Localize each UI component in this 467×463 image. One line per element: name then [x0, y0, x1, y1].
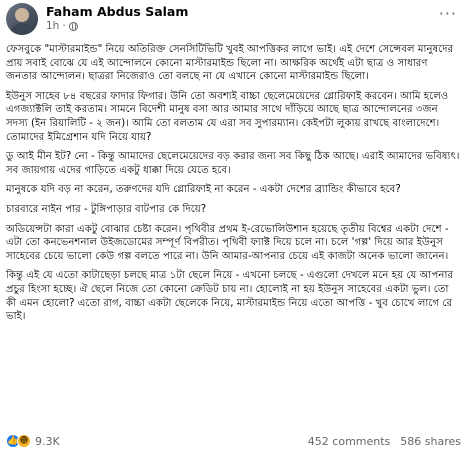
post-paragraph: মানুষকে যদি বড় না করেন, তরুণদের যদি গ্ল…	[6, 184, 401, 196]
reaction-count[interactable]: 9.3K	[35, 435, 60, 448]
reactions-summary[interactable]: 👍 ☻ 9.3K	[6, 434, 60, 448]
post-stats: 👍 ☻ 9.3K 452 comments 586 shares	[6, 434, 461, 448]
post-paragraph: কিন্তু এই যে এতো কাটাছেড়া চলছে মাত্র ১ট…	[6, 270, 457, 323]
post-paragraph: অডিয়েন্সটা কারা একটু বোঝার চেষ্টা করেন।…	[6, 223, 452, 262]
separator-dot: ·	[62, 20, 66, 32]
post-paragraph: ইউনুস সাহেব ৮৪ বছরের ফাদার ফিগার। উনি তো…	[6, 90, 452, 143]
more-options-button[interactable]: ···	[435, 5, 461, 23]
post-paragraph: চারবারে নাইন পার - টুঙ্গিপাড়ার বাটপার ক…	[6, 203, 207, 215]
haha-icon: ☻	[17, 434, 31, 448]
facebook-post: Faham Abdus Salam 1h · ··· ফেসবুকে "মাস্…	[0, 0, 467, 463]
reaction-icons: 👍 ☻	[6, 434, 31, 448]
post-paragraph: ডু আই মীন ইট? নো - কিন্তু আমাদের ছেলেমেয…	[6, 151, 463, 176]
shares-count[interactable]: 586 shares	[400, 435, 461, 448]
avatar[interactable]	[6, 3, 38, 35]
post-paragraph: ফেসবুকে "মাস্টারমাইন্ড" নিয়ে অতিরিক্ত স…	[6, 44, 457, 83]
author-name[interactable]: Faham Abdus Salam	[46, 4, 435, 20]
globe-icon	[68, 22, 78, 31]
post-time[interactable]: 1h	[46, 20, 59, 33]
engagement-counts: 452 comments 586 shares	[308, 435, 461, 448]
post-meta: Faham Abdus Salam 1h ·	[46, 3, 435, 33]
post-header: Faham Abdus Salam 1h · ···	[6, 0, 461, 43]
comments-count[interactable]: 452 comments	[308, 435, 390, 448]
timestamp-row: 1h ·	[46, 20, 435, 33]
post-body: ফেসবুকে "মাস্টারমাইন্ড" নিয়ে অতিরিক্ত স…	[6, 43, 461, 324]
